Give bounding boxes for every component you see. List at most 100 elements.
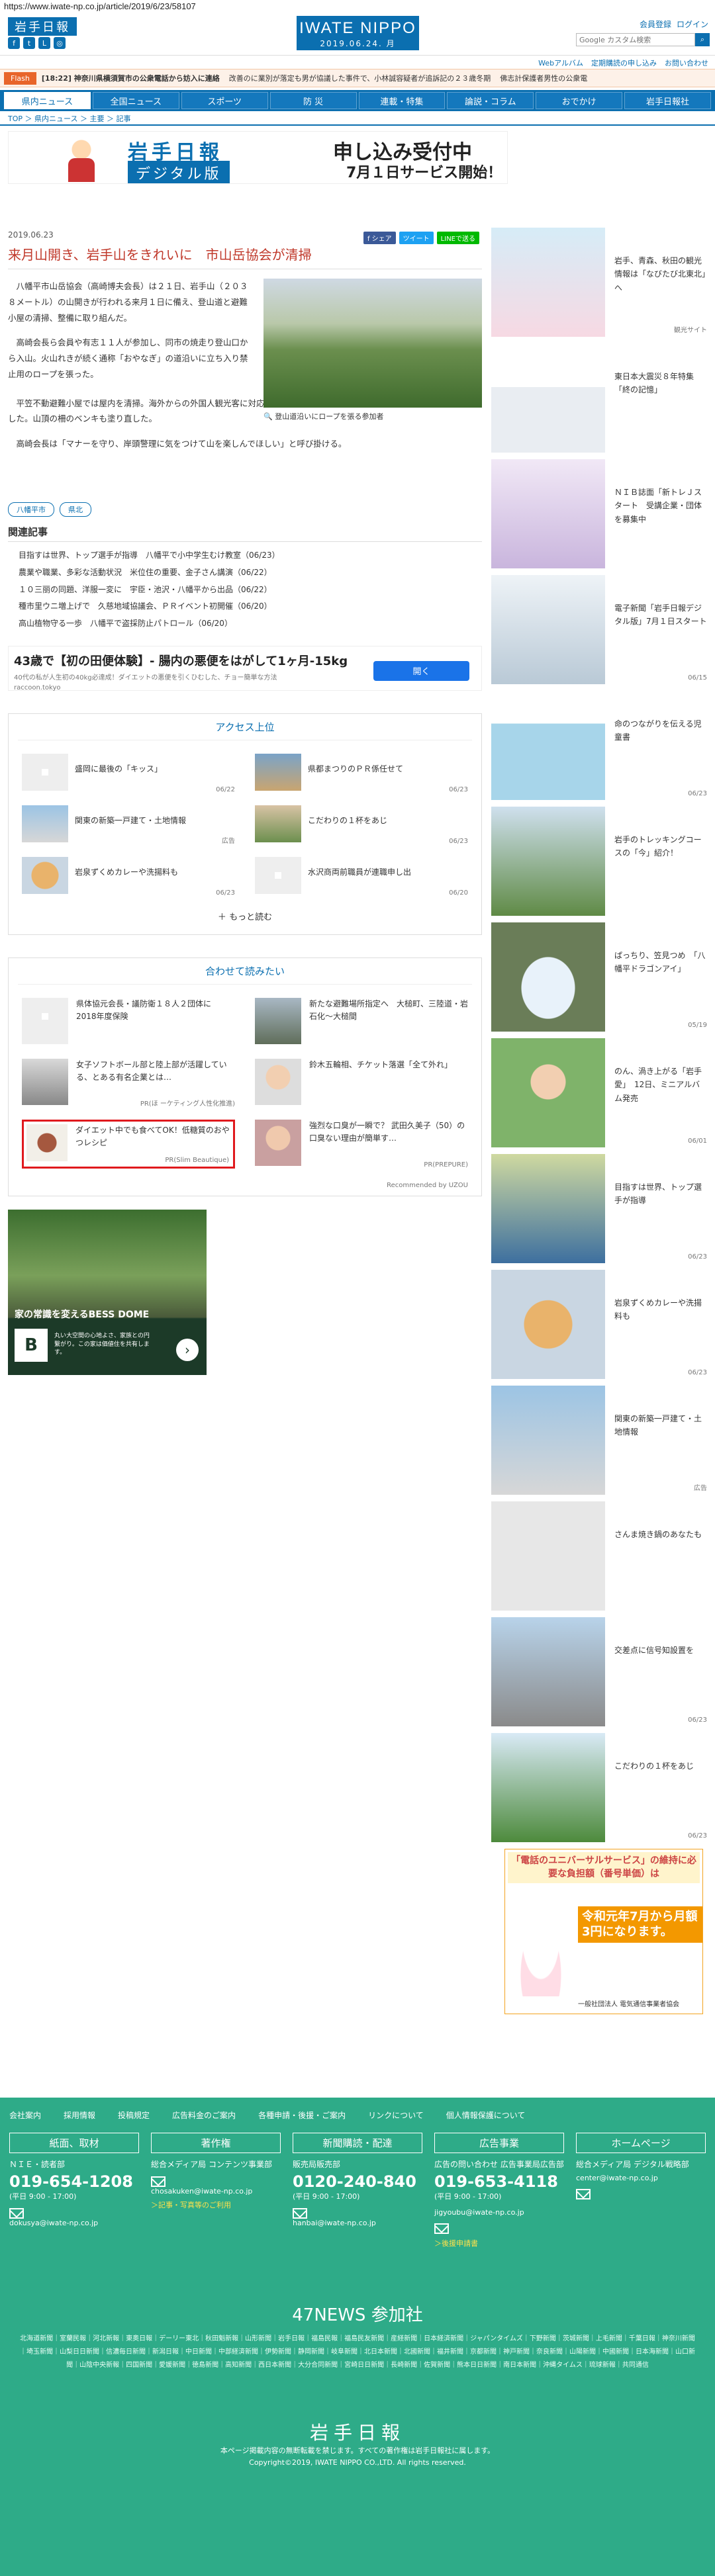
related-item[interactable]: 農業や職業、多彩な活動状況 米位住の重要、金子さん講演（06/22）	[19, 564, 482, 582]
phone-number[interactable]: 019-653-4118	[434, 2172, 564, 2191]
mail-link[interactable]: hanbai@iwate-np.co.jp	[293, 2219, 422, 2227]
sidebar-title: 命のつながりを伝える児童書	[614, 719, 702, 742]
flash-item[interactable]: [18:22] 神奈川県横須賀市の公衆電話から妨入に連絡	[42, 73, 220, 83]
rank-item[interactable]: 盛岡に最後の「キッス」 06/22	[22, 753, 235, 793]
nav-tab[interactable]: 防 災	[269, 92, 357, 109]
instagram-icon[interactable]: ◎	[54, 37, 66, 49]
mail-link[interactable]: chosakuken@iwate-np.co.jp	[151, 2187, 281, 2196]
phone-number[interactable]: 0120-240-840	[293, 2172, 422, 2191]
rec-pr: PR(ほ ーケティング人性化推進)	[140, 1100, 235, 1108]
nav-tab[interactable]: 連載・特集	[358, 92, 446, 109]
sidebar-item[interactable]: 岩手のトレッキングコースの「今」紹介！	[491, 807, 707, 916]
bess-ad[interactable]: 家の常識を変えるBESS DOME B 丸い大空間の心地よさ、家族との円繋がり。…	[8, 1209, 207, 1375]
line-icon[interactable]: L	[38, 37, 50, 49]
related-item[interactable]: 種市里ウニ増上げで 久慈地域協議会、ＰＲイベント初開催（06/20）	[19, 598, 482, 615]
footer-link[interactable]: 個人情報保護について	[446, 2110, 526, 2121]
sidebar-ad[interactable]: 「電話のユニバーサルサービス」の維持に必要な負担額（番号単価）は 令和元年7月か…	[504, 1849, 703, 2014]
tag-link[interactable]: 県北	[60, 502, 91, 517]
rec-item[interactable]: 新たな避難場所指定へ 大槌町、三陸道・岩石化～大槌間	[255, 997, 468, 1047]
register-link[interactable]: 会員登録	[640, 19, 671, 30]
sidebar-item[interactable]: 関東の新築一戸建て・土地情報 広告	[491, 1386, 707, 1495]
web-album-link[interactable]: Webアルバム	[538, 58, 583, 69]
footer-logo[interactable]: 岩手日報	[0, 2419, 715, 2445]
rank-item[interactable]: 岩泉ずくめカレーや洗揚料も 06/23	[22, 856, 235, 897]
url-bar[interactable]: https://www.iwate-np.co.jp/article/2019/…	[0, 0, 715, 15]
footer-link[interactable]: リンクについて	[368, 2110, 424, 2121]
phone-number[interactable]: 019-654-1208	[9, 2172, 139, 2191]
nav-tab[interactable]: 県内ニュース	[4, 92, 91, 109]
more-button[interactable]: ＋ もっと読む	[9, 903, 481, 934]
footer-link[interactable]: 広告料金のご案内	[172, 2110, 236, 2121]
site-header: 岩手日報 f t L ◎ IWATE NIPPO 2019.06.24. 月 会…	[0, 15, 715, 56]
facebook-icon[interactable]: f	[8, 37, 20, 49]
sponsor-link[interactable]: ＞後援申請書	[434, 2238, 564, 2248]
thumb-image	[22, 805, 68, 842]
rec-pr: PR(Slim Beautique)	[165, 1156, 229, 1164]
sidebar-item[interactable]: ぱっちり、笠見つめ 「八幡平ドラゴンアイ」 05/19	[491, 922, 707, 1032]
site-logo[interactable]: 岩手日報	[8, 17, 77, 36]
mail-link[interactable]: jigyoubu@iwate-np.co.jp	[434, 2208, 564, 2217]
nav-tab[interactable]: 岩手日報社	[624, 92, 711, 109]
zoom-icon[interactable]: 🔍	[263, 412, 273, 421]
flash-item[interactable]: 佛志計保護者男性の公衆電	[500, 73, 587, 83]
chevron-right-icon[interactable]: ›	[176, 1338, 199, 1361]
related-item[interactable]: 高山植物守る一歩 八幡平で盗採防止パトロール（06/20）	[19, 615, 482, 633]
sidebar-item[interactable]: 交差点に信号知設置を 06/23	[491, 1617, 707, 1726]
rec-item[interactable]: 鈴木五輪相、チケット落選「全て外れ」	[255, 1058, 468, 1108]
rank-item[interactable]: 水沢商両前職員が連職申し出 06/20	[255, 856, 468, 897]
nav-tab[interactable]: スポーツ	[181, 92, 268, 109]
sidebar-item[interactable]: のん、渦き上がる「岩手愛」 12日、ミニアルバム発売 06/01	[491, 1038, 707, 1147]
sidebar-title: 東日本大震災８年特集「終の記憶」	[614, 372, 694, 395]
social-links: f t L ◎	[8, 37, 66, 49]
nav-tab[interactable]: 全国ニュース	[92, 92, 179, 109]
rec-item[interactable]: 強烈な口臭が一瞬で？ 武田久美子（50）の口臭ない理由が簡単す… PR(PREPU…	[255, 1119, 468, 1169]
rec-item-highlighted[interactable]: ダイエット中でも食べてOK！低糖質のおやつレシピ PR(Slim Beautiqu…	[22, 1119, 235, 1169]
related-item[interactable]: 目指すは世界、トップ選手が指導 八幡平で小中学生むけ教室（06/23）	[19, 547, 482, 564]
side-ad-headline: 「電話のユニバーサルサービス」の維持に必要な負担額（番号単価）は	[508, 1852, 700, 1884]
brand-block[interactable]: IWATE NIPPO 2019.06.24. 月	[297, 16, 419, 50]
footer-link[interactable]: 採用情報	[64, 2110, 95, 2121]
footer-link[interactable]: 各種申請・後援・ご案内	[258, 2110, 346, 2121]
contact-link[interactable]: お問い合わせ	[665, 58, 708, 69]
tweet-button[interactable]: ツイート	[399, 232, 434, 244]
flash-item[interactable]: 改善のに業別が落定も男が協議した事件で、小林誠容疑者が追訴記の２３歳冬期	[229, 73, 491, 83]
breadcrumb[interactable]: TOP ＞ 県内ニュース ＞ 主要 ＞ 記事	[0, 111, 715, 126]
mail-link[interactable]: center@iwate-np.co.jp	[576, 2174, 706, 2182]
sidebar-item[interactable]: さんま焼き鍋のあなたも	[491, 1501, 707, 1611]
nav-tab[interactable]: 論説・コラム	[447, 92, 534, 109]
search-button[interactable]: ⌕	[695, 33, 710, 46]
sidebar-item[interactable]: こだわりの１杯をあじ 06/23	[491, 1733, 707, 1842]
tag-link[interactable]: 八幡平市	[8, 502, 54, 517]
rank-item[interactable]: こだわりの１杯をあじ 06/23	[255, 805, 468, 845]
rank-item[interactable]: 関東の新築一戸建て・土地情報 広告	[22, 805, 235, 845]
47news-list[interactable]: 北海道新聞｜室蘭民報｜河北新報｜東奥日報｜デーリー東北｜秋田魁新報｜山形新聞｜岩…	[0, 2326, 715, 2379]
related-item[interactable]: １０三丽の同題、洋服一変に 宇臣・池沢・八幡平から出品（06/22）	[19, 582, 482, 599]
search-input[interactable]	[576, 33, 695, 46]
sidebar-item[interactable]: 岩泉ずくめカレーや洗揚料も 06/23	[491, 1270, 707, 1379]
login-link[interactable]: ログイン	[677, 19, 708, 30]
digital-banner[interactable]: 岩手日報 デジタル版 申し込み受付中 7月１日サービス開始！	[8, 131, 508, 184]
twitter-icon[interactable]: t	[23, 37, 35, 49]
facebook-share-button[interactable]: f シェア	[363, 232, 396, 244]
article-photo[interactable]	[263, 279, 482, 408]
usage-link[interactable]: ＞記事・写真等のご利用	[151, 2199, 281, 2210]
footer-link[interactable]: 会社案内	[9, 2110, 41, 2121]
sidebar-item[interactable]: 岩手、青森、秋田の観光情報は「なびたび北東北」へ 観光サイト	[491, 228, 707, 337]
rank-item[interactable]: 県都まつりのＰＲ係任せて 06/23	[255, 753, 468, 793]
nav-tab[interactable]: おでかけ	[536, 92, 623, 109]
sidebar-date: 観光サイト	[674, 327, 707, 334]
rec-item[interactable]: 県体協元会長・議防衛１８人２団体に 2018年度保険	[22, 997, 235, 1047]
sidebar-item[interactable]: 東日本大震災８年特集「終の記憶」	[491, 343, 707, 453]
sidebar-item[interactable]: 電子新聞「岩手日報デジタル版」7月１日スタート 06/15	[491, 575, 707, 684]
line-share-button[interactable]: LINEで送る	[436, 232, 479, 244]
article-title: 来月山開き、岩手山をきれいに 市山岳協会が清掃	[8, 247, 312, 263]
rec-item[interactable]: 女子ソフトボール部と陸上部が活躍している、とある有名企業とは… PR(ほ ーケティ…	[22, 1058, 235, 1108]
mail-link[interactable]: dokusya@iwate-np.co.jp	[9, 2219, 139, 2227]
ad-open-button[interactable]: 開く	[373, 660, 469, 681]
footer-link[interactable]: 投稿規定	[118, 2110, 150, 2121]
sidebar-item[interactable]: ＮＩＢ誌面「新トレＪスタート 受講企業・団体を募集中	[491, 459, 707, 568]
text-ad[interactable]: 43歳で【初の田便体験】- 腸内の悪便をはがして1ヶ月-15kg 40代の私が人…	[8, 645, 482, 691]
subscribe-link[interactable]: 定期購読の申し込み	[591, 58, 657, 69]
sidebar-item[interactable]: 目指すは世界、トップ選手が指導 06/23	[491, 1154, 707, 1263]
sidebar-item[interactable]: 命のつながりを伝える児童書 06/23	[491, 691, 707, 800]
